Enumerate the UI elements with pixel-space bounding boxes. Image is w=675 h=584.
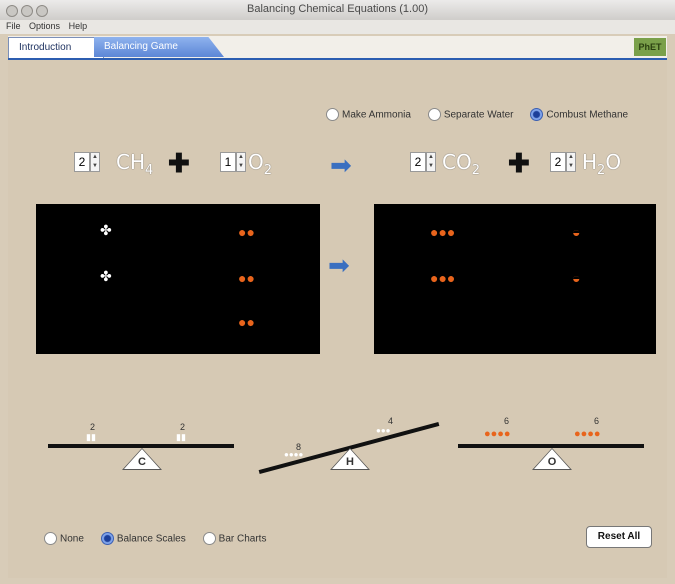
radio-separate-water[interactable] bbox=[427, 108, 441, 122]
menu-help[interactable]: Help bbox=[69, 21, 88, 31]
arrow-icon: ➡ bbox=[330, 150, 352, 180]
arrow-icon: ➡ bbox=[328, 250, 350, 280]
spinner-arrows-icon[interactable]: ▲ ▼ bbox=[236, 152, 246, 172]
spinner-arrows-icon[interactable]: ▲ ▼ bbox=[566, 152, 576, 172]
coefficient-value[interactable]: 2 bbox=[74, 152, 90, 172]
scale-element-label: O bbox=[547, 456, 557, 468]
co2-molecule: ●●● bbox=[430, 270, 456, 286]
reaction-selector: Make Ammonia Separate Water Combust Meth… bbox=[326, 106, 628, 124]
coefficient-value[interactable]: 2 bbox=[550, 152, 566, 172]
oxygen-atoms-right: ●●●● bbox=[574, 428, 601, 440]
coefficient-spinner-ch4[interactable]: 2 ▲ ▼ bbox=[74, 152, 100, 174]
coefficient-spinner-h2o[interactable]: 2 ▲ ▼ bbox=[550, 152, 576, 174]
scale-element-label: H bbox=[346, 456, 354, 468]
products-box: ●●● ●●● ◒ ◒ bbox=[374, 204, 656, 354]
hydrogen-atoms-left: ●●●● bbox=[284, 450, 304, 459]
coefficient-spinner-o2[interactable]: 1 ▲ ▼ bbox=[220, 152, 246, 174]
label-make-ammonia: Make Ammonia bbox=[342, 109, 411, 121]
carbon-atoms-left: ▮▮ bbox=[86, 432, 96, 442]
spinner-arrows-icon[interactable]: ▲ ▼ bbox=[426, 152, 436, 172]
label-combust-methane: Combust Methane bbox=[546, 109, 629, 121]
radio-balance-scales[interactable] bbox=[100, 532, 114, 546]
scale-left-count: 2 bbox=[90, 422, 96, 432]
window-title: Balancing Chemical Equations (1.00) bbox=[247, 3, 428, 15]
reset-all-button[interactable]: Reset All bbox=[586, 526, 652, 548]
label-none: None bbox=[60, 533, 84, 545]
scale-element-label: C bbox=[138, 456, 146, 468]
formula-ch4: CH4 bbox=[116, 150, 154, 178]
spinner-arrows-icon[interactable]: ▲ ▼ bbox=[90, 152, 100, 172]
radio-bar-charts[interactable] bbox=[202, 532, 216, 546]
phet-logo[interactable]: PhET bbox=[634, 38, 666, 56]
plus-icon: ✚ bbox=[168, 148, 190, 178]
radio-none[interactable] bbox=[44, 532, 57, 546]
scale-right-count: 6 bbox=[594, 416, 600, 426]
title-bar: Balancing Chemical Equations (1.00) bbox=[0, 0, 675, 21]
reactants-box: ✤ ✤ ●● ●● ●● bbox=[36, 204, 320, 354]
oxygen-molecule: ●● bbox=[238, 224, 255, 240]
coefficient-spinner-co2[interactable]: 2 ▲ ▼ bbox=[410, 152, 436, 174]
label-balance-scales: Balance Scales bbox=[116, 533, 186, 545]
oxygen-molecule: ●● bbox=[238, 314, 255, 330]
label-separate-water: Separate Water bbox=[443, 109, 514, 121]
coefficient-value[interactable]: 2 bbox=[410, 152, 426, 172]
carbon-atoms-right: ▮▮ bbox=[176, 432, 186, 442]
formula-co2: CO2 bbox=[442, 150, 480, 178]
menu-bar: File Options Help bbox=[0, 20, 675, 34]
oxygen-molecule: ●● bbox=[238, 270, 255, 286]
scale-right-count: 4 bbox=[388, 416, 394, 426]
tab-bar: Introduction Balancing Game bbox=[8, 36, 667, 60]
menu-file[interactable]: File bbox=[6, 21, 21, 31]
methane-molecule: ✤ bbox=[100, 222, 112, 238]
plus-icon: ✚ bbox=[508, 148, 530, 178]
coefficient-value[interactable]: 1 bbox=[220, 152, 236, 172]
oxygen-atoms-left: ●●●● bbox=[484, 428, 511, 440]
water-molecule: ◒ bbox=[572, 270, 581, 286]
water-molecule: ◒ bbox=[572, 224, 581, 240]
formula-h2o: H2O bbox=[582, 150, 622, 178]
radio-combust-methane[interactable] bbox=[530, 108, 544, 122]
menu-options[interactable]: Options bbox=[29, 21, 60, 31]
scale-right-count: 2 bbox=[180, 422, 186, 432]
tab-introduction[interactable]: Introduction bbox=[8, 37, 104, 58]
radio-make-ammonia[interactable] bbox=[326, 108, 339, 122]
methane-molecule: ✤ bbox=[100, 268, 112, 284]
main-panel: Make Ammonia Separate Water Combust Meth… bbox=[8, 60, 667, 578]
tab-balancing-game[interactable]: Balancing Game bbox=[94, 37, 224, 57]
label-bar-charts: Bar Charts bbox=[218, 533, 267, 545]
scale-left-count: 6 bbox=[504, 416, 510, 426]
hydrogen-atoms-right: ●●● bbox=[376, 426, 391, 435]
formula-o2: O2 bbox=[248, 150, 273, 178]
co2-molecule: ●●● bbox=[430, 224, 456, 240]
tool-selector: None Balance Scales Bar Charts bbox=[44, 530, 266, 548]
